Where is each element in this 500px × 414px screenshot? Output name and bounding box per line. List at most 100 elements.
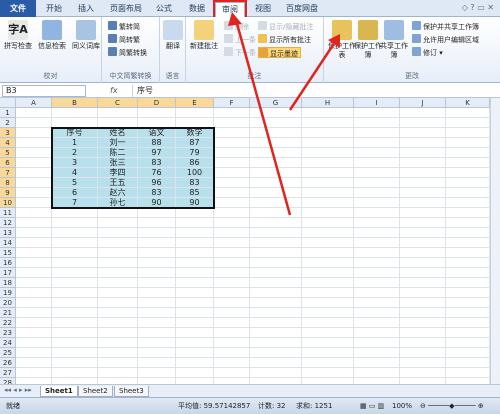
cell[interactable]: [400, 368, 446, 378]
cell[interactable]: [138, 208, 176, 218]
cell[interactable]: [16, 348, 52, 358]
cell[interactable]: [354, 198, 400, 208]
cell[interactable]: [400, 298, 446, 308]
cell[interactable]: [400, 338, 446, 348]
cell[interactable]: [98, 248, 138, 258]
cell[interactable]: [176, 348, 214, 358]
row-header[interactable]: 2: [0, 118, 16, 128]
row-header[interactable]: 11: [0, 208, 16, 218]
cell[interactable]: [214, 218, 250, 228]
row-header[interactable]: 20: [0, 298, 16, 308]
table-cell[interactable]: 2: [52, 148, 98, 158]
cell[interactable]: [446, 348, 490, 358]
cell[interactable]: [16, 228, 52, 238]
cell[interactable]: [138, 328, 176, 338]
translate-button[interactable]: 翻译: [157, 20, 189, 51]
cell[interactable]: [354, 138, 400, 148]
fx-icon[interactable]: fx: [110, 85, 118, 97]
chinese-convert-button[interactable]: 简繁转换: [108, 47, 147, 58]
cell[interactable]: [302, 178, 354, 188]
cell[interactable]: [446, 148, 490, 158]
cell[interactable]: [302, 258, 354, 268]
table-cell[interactable]: 90: [138, 198, 176, 208]
cell[interactable]: [52, 218, 98, 228]
cell[interactable]: [138, 338, 176, 348]
cell[interactable]: [214, 248, 250, 258]
cell[interactable]: [16, 118, 52, 128]
cell[interactable]: [446, 228, 490, 238]
cell[interactable]: [176, 258, 214, 268]
cell[interactable]: [250, 268, 302, 278]
cell[interactable]: [176, 288, 214, 298]
row-header[interactable]: 3: [0, 128, 16, 138]
previous-comment-button[interactable]: 上一条: [224, 34, 256, 45]
cell[interactable]: [250, 328, 302, 338]
row-header[interactable]: 9: [0, 188, 16, 198]
cell[interactable]: [138, 218, 176, 228]
cell[interactable]: [16, 248, 52, 258]
cell[interactable]: [302, 338, 354, 348]
table-cell[interactable]: 4: [52, 168, 98, 178]
cell[interactable]: [446, 338, 490, 348]
cell[interactable]: [214, 198, 250, 208]
cell[interactable]: [176, 278, 214, 288]
cell[interactable]: [16, 358, 52, 368]
column-header[interactable]: A: [16, 98, 52, 108]
help-icons[interactable]: ◇ ? ▭ ✕: [462, 3, 494, 12]
tab-formulas[interactable]: 公式: [150, 2, 178, 17]
cell[interactable]: [446, 188, 490, 198]
row-header[interactable]: 27: [0, 368, 16, 378]
cell[interactable]: [98, 348, 138, 358]
table-cell[interactable]: 96: [138, 178, 176, 188]
cell[interactable]: [400, 268, 446, 278]
cell[interactable]: [214, 188, 250, 198]
column-header[interactable]: J: [400, 98, 446, 108]
cell[interactable]: [176, 228, 214, 238]
cell[interactable]: [214, 268, 250, 278]
cell[interactable]: [302, 328, 354, 338]
formula-input[interactable]: 序号: [132, 85, 492, 97]
cell[interactable]: [302, 298, 354, 308]
cell[interactable]: [446, 318, 490, 328]
cell[interactable]: [354, 238, 400, 248]
zoom-level[interactable]: 100%: [392, 398, 412, 414]
cell[interactable]: [52, 268, 98, 278]
cell[interactable]: [446, 158, 490, 168]
cell[interactable]: [400, 138, 446, 148]
cell[interactable]: [354, 268, 400, 278]
tab-data[interactable]: 数据: [183, 2, 211, 17]
table-cell[interactable]: 83: [138, 188, 176, 198]
track-changes-button[interactable]: 修订 ▾: [412, 47, 443, 58]
cell[interactable]: [16, 298, 52, 308]
cell[interactable]: [214, 138, 250, 148]
cell[interactable]: [16, 128, 52, 138]
worksheet-grid[interactable]: A B C D E F G H I J K 1 2 3 序号 姓名 语文 数学 4 1 刘一 88 87 5 2 陈二 97 79 6 3…: [0, 98, 490, 384]
cell[interactable]: [400, 148, 446, 158]
cell[interactable]: [400, 118, 446, 128]
column-header[interactable]: E: [176, 98, 214, 108]
cell[interactable]: [250, 368, 302, 378]
cell[interactable]: [52, 108, 98, 118]
table-cell[interactable]: 87: [176, 138, 214, 148]
cell[interactable]: [176, 118, 214, 128]
cell[interactable]: [302, 158, 354, 168]
cell[interactable]: [176, 238, 214, 248]
cell[interactable]: [354, 288, 400, 298]
row-header[interactable]: 24: [0, 338, 16, 348]
cell[interactable]: [302, 128, 354, 138]
row-header[interactable]: 4: [0, 138, 16, 148]
cell[interactable]: [446, 138, 490, 148]
cell[interactable]: [16, 208, 52, 218]
cell[interactable]: [400, 248, 446, 258]
cell[interactable]: [250, 318, 302, 328]
cell[interactable]: [176, 248, 214, 258]
cell[interactable]: [250, 138, 302, 148]
table-cell[interactable]: 86: [176, 158, 214, 168]
cell[interactable]: [354, 188, 400, 198]
sheet-nav-arrows-icon[interactable]: ◂◂ ◂ ▸ ▸▸: [4, 386, 32, 394]
cell[interactable]: [354, 168, 400, 178]
column-header[interactable]: G: [250, 98, 302, 108]
cell[interactable]: [302, 198, 354, 208]
cell[interactable]: [52, 258, 98, 268]
cell[interactable]: [446, 298, 490, 308]
